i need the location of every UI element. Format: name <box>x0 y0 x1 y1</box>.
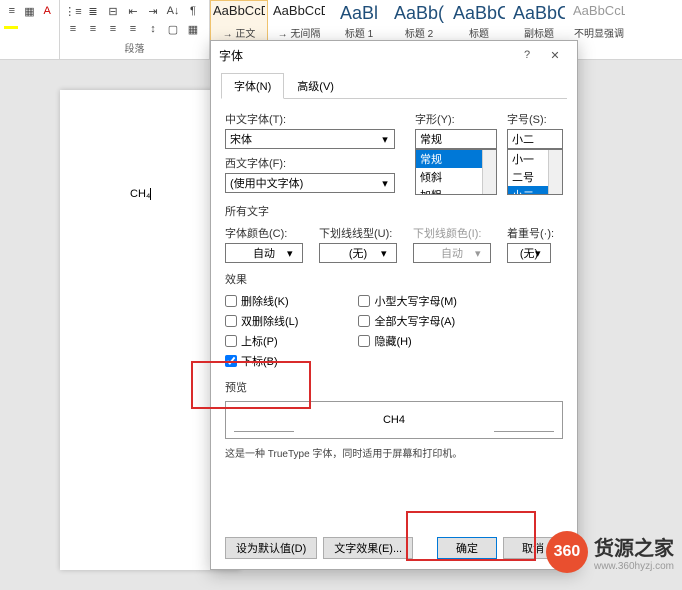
underline-label: 下划线线型(U): <box>319 225 397 241</box>
highlight-icon[interactable] <box>4 26 18 29</box>
dialog-titlebar: 字体 ? ✕ <box>211 41 577 69</box>
size-input[interactable]: 小二 <box>507 129 563 149</box>
check-super[interactable]: 上标(P) <box>225 333 298 349</box>
chevron-down-icon: ▾ <box>381 247 395 260</box>
chevron-down-icon: ▾ <box>287 247 301 260</box>
emphasis-combo[interactable]: (无)▾ <box>507 243 551 263</box>
en-font-combo[interactable]: (使用中文字体)▾ <box>225 173 395 193</box>
chevron-down-icon: ▾ <box>535 247 549 260</box>
numbering-icon[interactable]: ≣ <box>84 2 102 20</box>
sort-icon[interactable]: A↓ <box>164 2 182 20</box>
chevron-down-icon: ▾ <box>378 132 392 146</box>
bullets-icon[interactable]: ⋮≡ <box>64 2 82 20</box>
check-dblstrike[interactable]: 双删除线(L) <box>225 313 298 329</box>
preview-label: 预览 <box>225 379 563 395</box>
logo-circle: 360 <box>546 531 588 573</box>
scrollbar[interactable] <box>482 150 496 194</box>
preview-text: CH4 <box>383 414 405 426</box>
emphasis-label: 着重号(·): <box>507 225 554 241</box>
border-icon[interactable]: ▦ <box>22 2 38 20</box>
scrollbar[interactable] <box>548 150 562 194</box>
cn-font-label: 中文字体(T): <box>225 111 405 127</box>
tab-font[interactable]: 字体(N) <box>221 73 284 99</box>
font-dialog: 字体 ? ✕ 字体(N) 高级(V) 中文字体(T): 宋体▾ 西文字体(F):… <box>210 40 578 570</box>
paragraph-marks-icon[interactable]: ¶ <box>184 2 202 20</box>
tab-advanced[interactable]: 高级(V) <box>284 73 347 99</box>
align-right-icon[interactable]: ≡ <box>104 20 122 38</box>
style-normal[interactable]: AaBbCcDc→ 正文 <box>210 0 268 44</box>
font-color-label: 字体颜色(C): <box>225 225 303 241</box>
style-nospacing[interactable]: AaBbCcDc→ 无间隔 <box>270 0 328 44</box>
check-hidden[interactable]: 隐藏(H) <box>358 333 457 349</box>
style-subtle[interactable]: AaBbCcL不明显强调 <box>570 0 628 44</box>
underline-color-combo: 自动▾ <box>413 243 491 263</box>
check-strike[interactable]: 删除线(K) <box>225 293 298 309</box>
logo-sub: www.360hyzj.com <box>594 561 674 572</box>
dialog-title: 字体 <box>219 47 513 64</box>
preview-box: CH4 <box>225 401 563 439</box>
spacing-icon[interactable]: ↕ <box>144 20 162 38</box>
effects-label: 效果 <box>225 271 563 287</box>
all-text-label: 所有文字 <box>225 203 563 219</box>
dialog-tabs: 字体(N) 高级(V) <box>221 73 567 99</box>
chevron-down-icon: ▾ <box>475 247 489 260</box>
logo-main: 货源之家 <box>594 532 674 561</box>
font-color-combo[interactable]: 自动▾ <box>225 243 303 263</box>
size-label: 字号(S): <box>507 111 563 127</box>
chevron-down-icon: ▾ <box>378 176 392 190</box>
check-allcaps[interactable]: 全部大写字母(A) <box>358 313 457 329</box>
en-font-label: 西文字体(F): <box>225 155 405 171</box>
underline-combo[interactable]: (无)▾ <box>319 243 397 263</box>
document-text: CH₄ <box>130 180 151 203</box>
shading-icon[interactable]: ▢ <box>164 20 182 38</box>
style-listbox[interactable]: 常规 倾斜 加粗 <box>415 149 497 195</box>
font-color-icon[interactable]: A <box>39 2 55 20</box>
btn-default[interactable]: 设为默认值(D) <box>225 537 317 559</box>
cn-font-combo[interactable]: 宋体▾ <box>225 129 395 149</box>
style-input[interactable]: 常规 <box>415 129 497 149</box>
underline-color-label: 下划线颜色(I): <box>413 225 491 241</box>
style-heading1[interactable]: AaBl标题 1 <box>330 0 388 44</box>
indent-right-icon[interactable]: ⇥ <box>144 2 162 20</box>
align-left2-icon[interactable]: ≡ <box>64 20 82 38</box>
multilevel-icon[interactable]: ⊟ <box>104 2 122 20</box>
btn-ok[interactable]: 确定 <box>437 537 497 559</box>
size-listbox[interactable]: 小一 二号 小二 <box>507 149 563 195</box>
watermark-logo: 360 货源之家 www.360hyzj.com <box>546 531 674 573</box>
help-icon[interactable]: ? <box>513 43 541 67</box>
style-label: 字形(Y): <box>415 111 497 127</box>
align-left-icon[interactable]: ≡ <box>4 2 20 20</box>
check-smallcaps[interactable]: 小型大写字母(M) <box>358 293 457 309</box>
align-center-icon[interactable]: ≡ <box>84 20 102 38</box>
btn-text-effects[interactable]: 文字效果(E)... <box>323 537 413 559</box>
close-icon[interactable]: ✕ <box>541 43 569 67</box>
justify-icon[interactable]: ≡ <box>124 20 142 38</box>
style-subtitle[interactable]: AaBbC副标题 <box>510 0 568 44</box>
style-heading2[interactable]: AaBb(标题 2 <box>390 0 448 44</box>
check-sub[interactable]: 下标(B) <box>225 353 298 369</box>
paragraph-group-label: 段落 <box>64 40 205 55</box>
preview-desc: 这是一种 TrueType 字体，同时适用于屏幕和打印机。 <box>225 445 563 460</box>
indent-left-icon[interactable]: ⇤ <box>124 2 142 20</box>
borders-icon[interactable]: ▦ <box>184 20 202 38</box>
style-title[interactable]: AaBbC标题 <box>450 0 508 44</box>
